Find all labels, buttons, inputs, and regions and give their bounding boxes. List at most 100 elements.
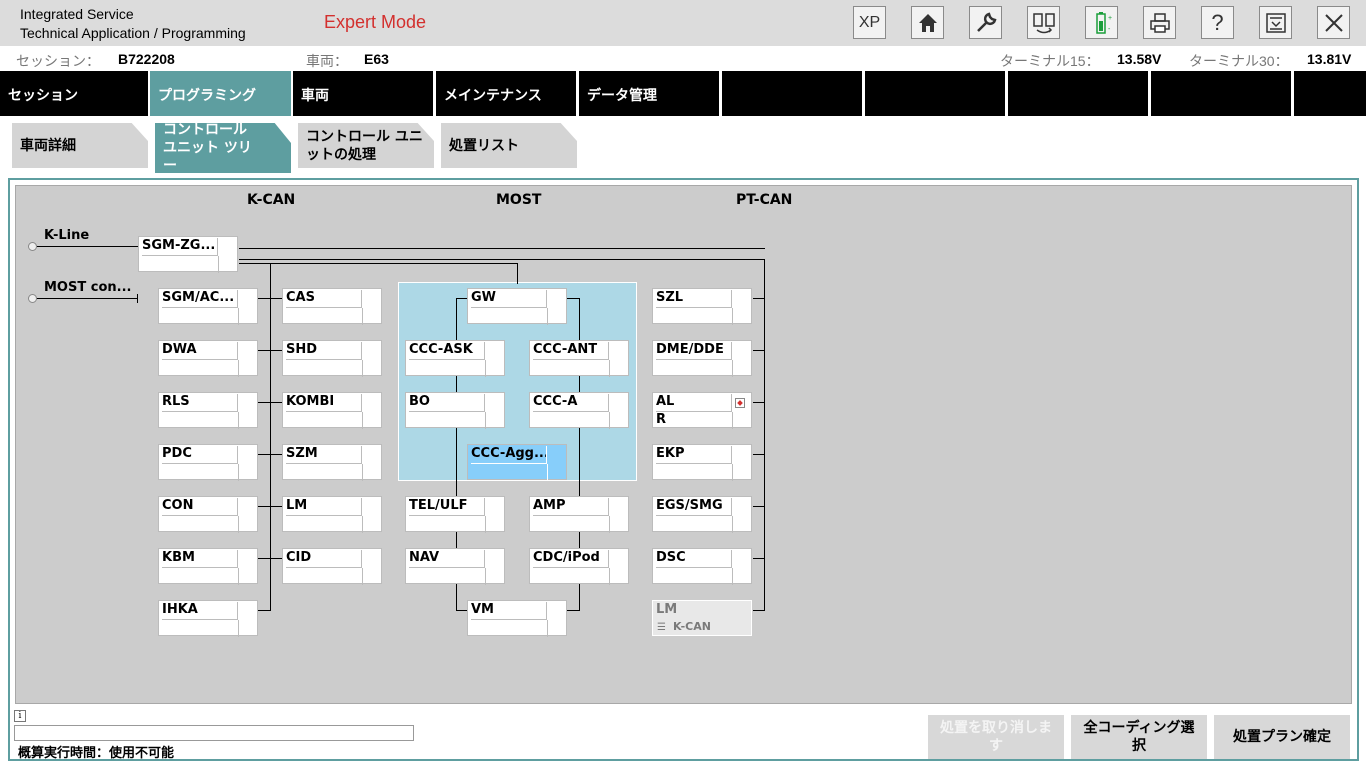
help-icon: ? — [1211, 9, 1224, 35]
ecu-dsc[interactable]: DSC — [652, 548, 752, 585]
ecu-label: GW — [471, 290, 547, 308]
tab-session[interactable]: セッション — [0, 71, 148, 116]
ecu-label: AL — [656, 394, 732, 412]
ecu-nav[interactable]: NAV — [405, 548, 505, 585]
warning-flag-icon — [735, 398, 745, 408]
svg-text:-: - — [1108, 26, 1111, 33]
ecu-sub — [406, 568, 486, 585]
ecu-sub — [159, 464, 239, 481]
ecu-sub — [159, 516, 239, 533]
print-button[interactable] — [1143, 6, 1176, 39]
ecu-ekp[interactable]: EKP — [652, 444, 752, 481]
subtab-label: 処置リスト — [449, 137, 519, 154]
ecu-ihka[interactable]: IHKA — [158, 600, 258, 637]
xp-button[interactable]: XP — [853, 6, 886, 39]
ecu-rls[interactable]: RLS — [158, 392, 258, 429]
transfer-button[interactable] — [1027, 6, 1060, 39]
ecu-bo[interactable]: BO — [405, 392, 505, 429]
tab-programming[interactable]: プログラミング — [150, 71, 291, 116]
select-all-coding-button[interactable]: 全コーディング選択 — [1071, 715, 1207, 759]
most-con-connector-icon — [28, 294, 37, 303]
mode-label: Expert Mode — [324, 12, 427, 32]
close-icon — [1324, 13, 1343, 32]
terminal30-label: ターミナル30： — [1189, 53, 1289, 69]
ecu-label: CAS — [286, 290, 362, 308]
tab-vehicle[interactable]: 車両 — [293, 71, 433, 116]
runtime-status: 概算実行時間：使用不可能 — [18, 746, 175, 761]
kline-line — [37, 246, 138, 247]
vehicle-value: E63 — [364, 51, 389, 67]
ecu-ccc-a[interactable]: CCC-A — [529, 392, 629, 429]
subtab-label: コントロール ユニット ツリー — [163, 122, 252, 174]
ecu-label: SZM — [286, 446, 362, 464]
subtab-control-unit-processing[interactable]: コントロール ユニットの処理 — [298, 123, 434, 168]
ptcan-stub — [753, 454, 765, 455]
ecu-szm[interactable]: SZM — [282, 444, 382, 481]
ecu-dwa[interactable]: DWA — [158, 340, 258, 377]
ecu-pdc[interactable]: PDC — [158, 444, 258, 481]
battery-button[interactable]: + - — [1085, 6, 1118, 39]
subtab-control-unit-tree[interactable]: コントロール ユニット ツリー — [155, 123, 291, 173]
ecu-egs-smg[interactable]: EGS/SMG — [652, 496, 752, 533]
cancel-action-button[interactable]: 処置を取り消します — [928, 715, 1064, 759]
ecu-ccc-ask[interactable]: CCC-ASK — [405, 340, 505, 377]
close-button[interactable] — [1317, 6, 1350, 39]
most-con-stub — [137, 294, 138, 303]
service-button[interactable] — [969, 6, 1002, 39]
ecu-sub — [159, 308, 239, 325]
ecu-label: SZL — [656, 290, 732, 308]
ecu-ccc-agg[interactable]: CCC-Agg... — [467, 444, 567, 481]
menu-button[interactable] — [1259, 6, 1292, 39]
ecu-kombi[interactable]: KOMBI — [282, 392, 382, 429]
help-button[interactable]: ? — [1201, 6, 1234, 39]
ecu-sgm-zgm[interactable]: SGM-ZG... — [138, 236, 238, 273]
ecu-label: IHKA — [162, 602, 238, 620]
ecu-sub — [406, 360, 486, 377]
subtab-vehicle-details[interactable]: 車両詳細 — [12, 123, 148, 168]
ecu-cid[interactable]: CID — [282, 548, 382, 585]
ecu-lm[interactable]: LM — [282, 496, 382, 533]
ecu-sub — [159, 412, 239, 429]
ecu-ccc-ant[interactable]: CCC-ANT — [529, 340, 629, 377]
ecu-con[interactable]: CON — [158, 496, 258, 533]
ecu-lm-disabled[interactable]: LM K-CAN ☰ — [652, 600, 752, 636]
ecu-szl[interactable]: SZL — [652, 288, 752, 325]
wrench-icon — [976, 12, 996, 32]
bus-label-most: MOST — [496, 192, 542, 208]
ecu-label: VM — [471, 602, 547, 620]
ecu-amp[interactable]: AMP — [529, 496, 629, 533]
ecu-sub — [159, 620, 239, 637]
ecu-label: KOMBI — [286, 394, 362, 412]
tab-maintenance[interactable]: メインテナンス — [436, 71, 576, 116]
title-bar: Integrated Service Technical Application… — [0, 0, 1366, 46]
ptcan-stub — [753, 298, 765, 299]
progress-bar — [14, 725, 414, 741]
ecu-sub: R — [653, 412, 733, 429]
kcan-stub — [258, 454, 282, 455]
ecu-cas[interactable]: CAS — [282, 288, 382, 325]
kcan-stub — [258, 350, 282, 351]
most-ring-line — [567, 298, 579, 299]
ptcan-stub — [753, 610, 765, 611]
ecu-sgm-ac[interactable]: SGM/AC... — [158, 288, 258, 325]
ecu-sub — [159, 360, 239, 377]
tab-data-management[interactable]: データ管理 — [579, 71, 719, 116]
ecu-vm[interactable]: VM — [467, 600, 567, 637]
bus-line — [239, 263, 518, 264]
subtab-label: 車両詳細 — [20, 137, 76, 154]
ecu-label: DSC — [656, 550, 732, 568]
ecu-tel-ulf[interactable]: TEL/ULF — [405, 496, 505, 533]
home-button[interactable] — [911, 6, 944, 39]
ecu-cdc-ipod[interactable]: CDC/iPod — [529, 548, 629, 585]
ecu-label: NAV — [409, 550, 485, 568]
ecu-sub — [283, 308, 363, 325]
ecu-label: CON — [162, 498, 238, 516]
ecu-gw[interactable]: GW — [467, 288, 567, 325]
ecu-shd[interactable]: SHD — [282, 340, 382, 377]
ecu-al[interactable]: AL R — [652, 392, 752, 429]
ecu-label: SGM-ZG... — [142, 238, 218, 256]
ecu-kbm[interactable]: KBM — [158, 548, 258, 585]
confirm-plan-button[interactable]: 処置プラン確定 — [1214, 715, 1350, 759]
subtab-action-list[interactable]: 処置リスト — [441, 123, 577, 168]
ecu-dme-dde[interactable]: DME/DDE — [652, 340, 752, 377]
